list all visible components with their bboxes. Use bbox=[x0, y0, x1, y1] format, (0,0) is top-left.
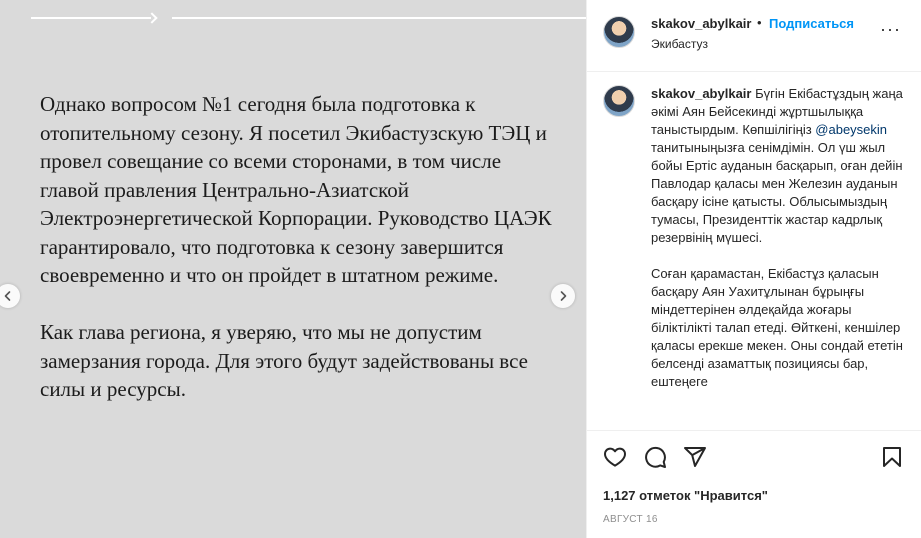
heart-icon bbox=[604, 447, 626, 467]
location-link[interactable]: Экибастуз bbox=[651, 37, 708, 51]
share-button[interactable] bbox=[683, 445, 709, 471]
comments-area[interactable]: skakov_abylkair Бүгін Екібастұздың жаңа … bbox=[587, 73, 921, 428]
next-slide-button[interactable] bbox=[551, 284, 575, 308]
caption-text: Соған қарамастан, Екібастұз қаласын басқ… bbox=[651, 266, 903, 389]
slide-text: Однако вопросом №1 сегодня была подготов… bbox=[40, 90, 560, 432]
slide-progress-line bbox=[172, 17, 586, 19]
previous-slide-button[interactable] bbox=[0, 284, 20, 308]
arrow-right-icon bbox=[146, 12, 158, 24]
bookmark-icon bbox=[883, 447, 901, 467]
post-header: skakov_abylkair • Подписаться Экибастуз … bbox=[587, 0, 921, 72]
send-icon bbox=[684, 447, 706, 467]
caption-username[interactable]: skakov_abylkair bbox=[651, 86, 751, 101]
post-date[interactable]: АВГУСТ 16 bbox=[603, 514, 658, 525]
chevron-left-icon bbox=[4, 291, 11, 301]
comment-icon bbox=[645, 446, 666, 468]
mention-link[interactable]: @abeysekin bbox=[815, 122, 887, 137]
avatar[interactable] bbox=[603, 16, 635, 48]
slide-progress-line bbox=[31, 17, 151, 19]
slide-paragraph: Однако вопросом №1 сегодня была подготов… bbox=[40, 92, 552, 287]
post-caption: skakov_abylkair Бүгін Екібастұздың жаңа … bbox=[651, 85, 906, 409]
follow-button[interactable]: Подписаться bbox=[769, 16, 854, 31]
avatar[interactable] bbox=[603, 85, 635, 117]
post-media: Однако вопросом №1 сегодня была подготов… bbox=[0, 0, 586, 538]
like-button[interactable] bbox=[603, 445, 629, 471]
separator-dot: • bbox=[757, 15, 762, 30]
post-sidebar: skakov_abylkair • Подписаться Экибастуз … bbox=[586, 0, 921, 538]
more-options-icon[interactable]: ··· bbox=[880, 20, 901, 38]
header-username[interactable]: skakov_abylkair bbox=[651, 16, 751, 31]
comment-button[interactable] bbox=[643, 445, 669, 471]
chevron-right-icon bbox=[560, 291, 567, 301]
action-bar bbox=[587, 430, 921, 486]
slide-paragraph: Как глава региона, я уверяю, что мы не д… bbox=[40, 320, 528, 401]
save-button[interactable] bbox=[880, 445, 906, 471]
likes-count[interactable]: 1,127 отметок "Нравится" bbox=[603, 488, 768, 503]
caption-text: танитыныңызға сенімдімін. Ол үш жыл бойы… bbox=[651, 140, 903, 245]
